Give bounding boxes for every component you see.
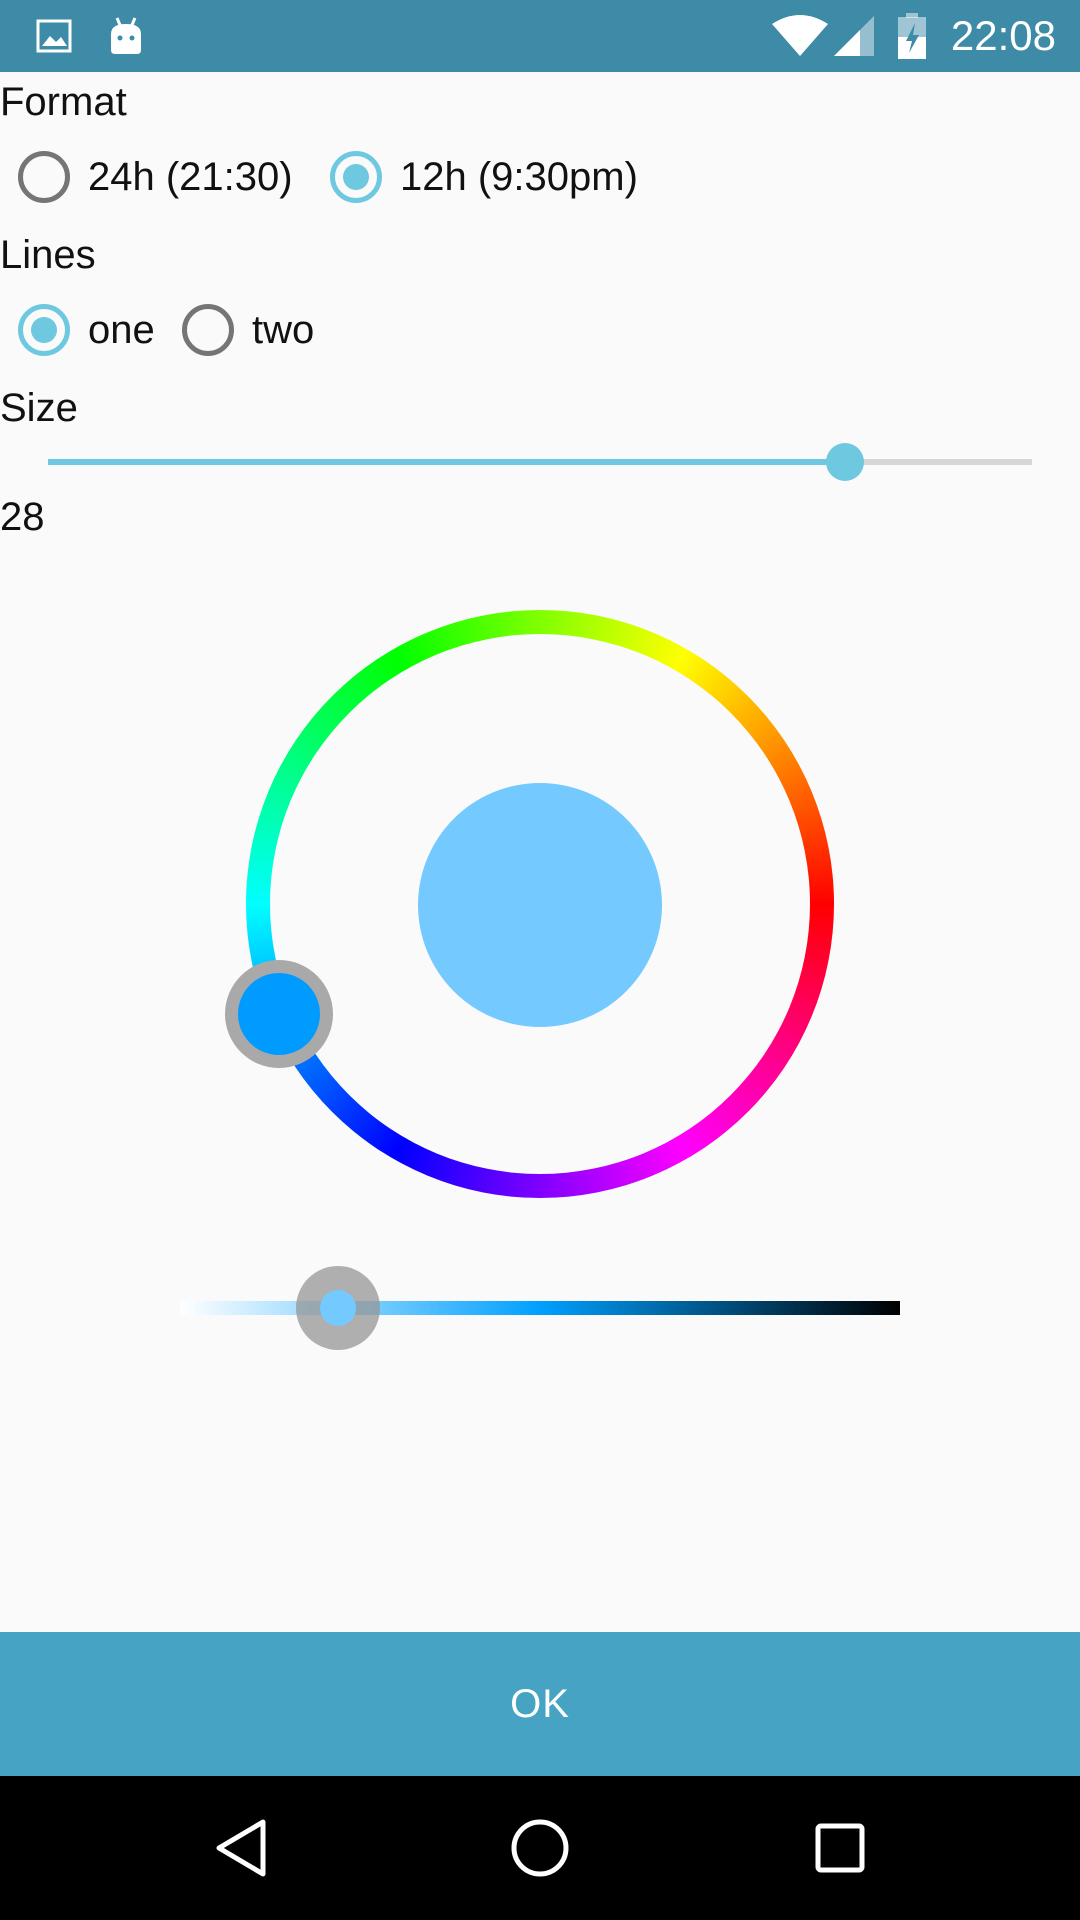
battery-charging-icon	[892, 0, 932, 72]
size-label: Size	[0, 386, 78, 430]
home-icon[interactable]	[480, 1776, 600, 1920]
radio-checked-icon	[18, 304, 70, 356]
radio-checked-icon	[330, 151, 382, 203]
brightness-slider-thumb[interactable]	[296, 1266, 380, 1350]
size-slider-thumb[interactable]	[826, 443, 864, 481]
size-slider-fill	[48, 459, 845, 465]
radio-lines-one[interactable]: one	[18, 294, 155, 366]
status-bar: 22:08	[0, 0, 1080, 72]
radio-label: two	[252, 307, 315, 352]
brightness-thumb-dot	[320, 1290, 356, 1326]
brightness-slider-track[interactable]	[180, 1301, 900, 1315]
size-slider-track[interactable]	[48, 459, 1032, 465]
selected-color-dot	[238, 973, 320, 1055]
radio-unchecked-icon	[182, 304, 234, 356]
android-icon	[102, 0, 150, 72]
radio-label: one	[88, 307, 155, 352]
radio-lines-two[interactable]: two	[182, 294, 314, 366]
radio-label: 24h (21:30)	[88, 154, 293, 199]
back-icon[interactable]	[181, 1776, 301, 1920]
color-preview-swatch[interactable]	[418, 783, 662, 1027]
radio-unchecked-icon	[18, 151, 70, 203]
wifi-icon	[770, 0, 830, 72]
signal-icon	[830, 0, 878, 72]
color-wheel-thumb[interactable]	[225, 960, 333, 1068]
image-icon	[30, 0, 78, 72]
navigation-bar	[0, 1776, 1080, 1920]
status-time: 22:08	[950, 12, 1056, 59]
radio-format-24h[interactable]: 24h (21:30)	[18, 141, 293, 213]
size-value: 28	[0, 495, 45, 539]
radio-format-12h[interactable]: 12h (9:30pm)	[330, 141, 638, 213]
recents-icon[interactable]	[780, 1776, 900, 1920]
format-label: Format	[0, 80, 127, 124]
ok-button[interactable]: OK	[0, 1632, 1080, 1776]
radio-label: 12h (9:30pm)	[400, 154, 638, 199]
lines-label: Lines	[0, 233, 96, 277]
